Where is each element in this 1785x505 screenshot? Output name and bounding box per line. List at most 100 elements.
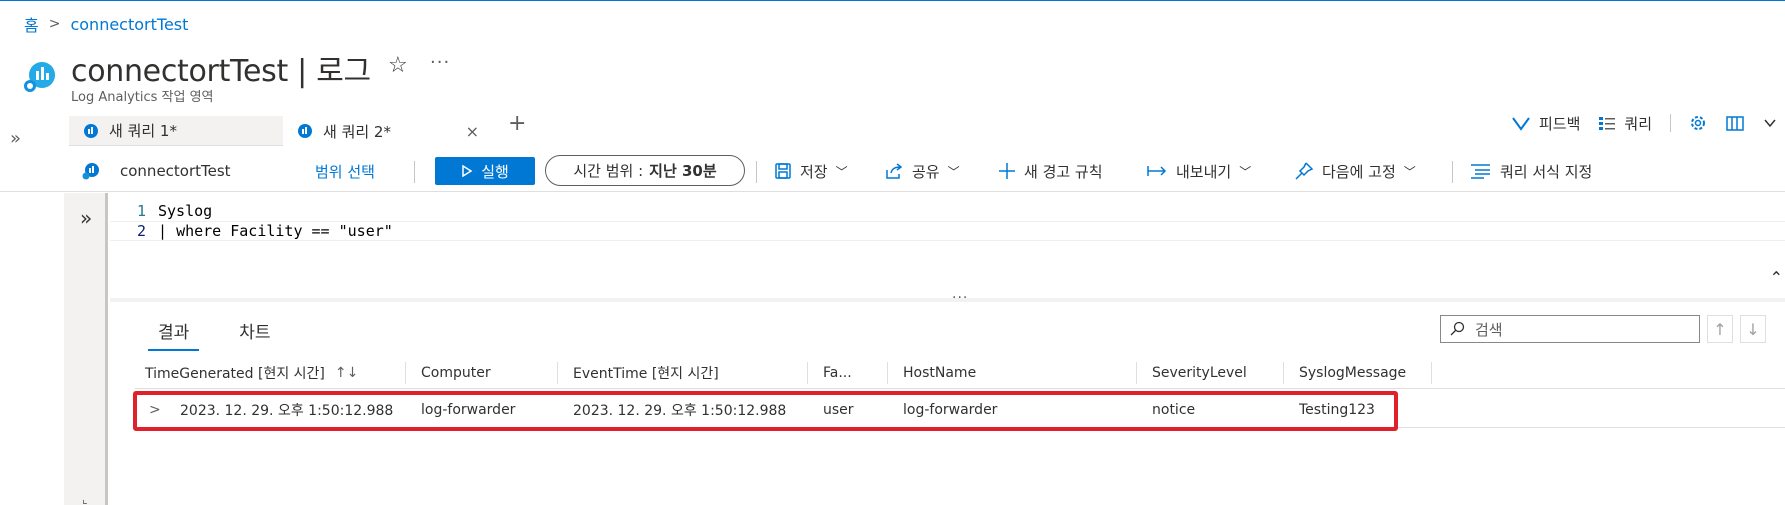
code-pipe: | (158, 222, 177, 240)
column-divider[interactable] (887, 362, 888, 384)
scope-select-link[interactable]: 범위 선택 (315, 152, 375, 190)
column-header[interactable]: SeverityLevel (1152, 357, 1247, 389)
run-button[interactable]: 실행 (435, 157, 535, 185)
save-label: 저장 (800, 162, 828, 181)
breadcrumb-separator: > (48, 16, 61, 32)
favorite-star-icon[interactable]: ☆ (388, 53, 408, 78)
scope-name: connectortTest (120, 162, 231, 180)
time-range-label: 시간 범위 : (573, 162, 644, 180)
toolbar-divider (1452, 161, 1453, 183)
toolbar-divider (1670, 114, 1671, 132)
column-header[interactable]: HostName (903, 357, 976, 389)
share-label: 공유 (912, 162, 940, 181)
play-icon (462, 165, 473, 177)
expand-left-nav-icon[interactable]: » (10, 128, 21, 149)
highlight-annotation-box (133, 391, 1398, 431)
pin-to-button[interactable]: 다음에 고정 ﹀ (1294, 152, 1416, 190)
pane-splitter[interactable] (110, 298, 1785, 302)
line-number: 1 (136, 202, 146, 220)
schema-side-rail (64, 193, 108, 505)
column-header[interactable]: SyslogMessage (1299, 357, 1406, 389)
queries-label: 쿼리 (1624, 114, 1652, 133)
breadcrumb-home[interactable]: 홈 (24, 12, 39, 36)
column-header[interactable]: Fa... (823, 357, 852, 389)
line-number: 2 (136, 222, 146, 240)
queries-button[interactable]: 쿼리 (1598, 113, 1652, 134)
column-divider[interactable] (557, 362, 558, 384)
more-options-icon[interactable]: ··· (430, 52, 450, 73)
query-tab-label: 새 쿼리 1* (109, 122, 177, 140)
pin-label: 다음에 고정 (1322, 162, 1396, 181)
previous-match-button[interactable]: ↑ (1707, 315, 1733, 343)
results-search-input[interactable]: 검색 (1440, 315, 1700, 343)
share-button[interactable]: 공유 ﹀ (884, 152, 960, 190)
save-button[interactable]: 저장 ﹀ (774, 152, 848, 190)
splitter-handle-icon[interactable]: ··· (952, 290, 968, 306)
gear-icon[interactable] (1689, 114, 1707, 132)
run-label: 실행 (481, 162, 509, 181)
column-header[interactable]: Computer (421, 357, 491, 389)
column-header[interactable]: TimeGenerated [현지 시간] ↑↓ (145, 357, 358, 389)
save-icon (775, 163, 791, 179)
collapse-up-icon[interactable]: ⌃ (1770, 268, 1783, 287)
chevron-down-icon: ﹀ (947, 164, 960, 179)
new-alert-rule-button[interactable]: 새 경고 규칙 (998, 152, 1103, 190)
add-query-tab-icon[interactable]: + (508, 111, 526, 136)
chevron-down-icon: ﹀ (835, 164, 848, 179)
results-grid-header: TimeGenerated [현지 시간] ↑↓ Computer EventT… (135, 357, 1785, 389)
search-placeholder: 검색 (1475, 320, 1503, 339)
workspace-icon (82, 163, 99, 180)
format-icon (1471, 164, 1490, 179)
resize-handle-icon[interactable]: ⌞ (82, 492, 88, 505)
scope-indicator: connectortTest (82, 152, 231, 190)
format-label: 쿼리 서식 지정 (1500, 162, 1593, 181)
right-toolbar: 피드백 쿼리 (1511, 110, 1785, 136)
toolbar-divider (756, 161, 757, 183)
query-toolbar: connectortTest 범위 선택 실행 시간 범위 : 지난 30분 저… (0, 152, 1785, 192)
log-analytics-icon (24, 62, 55, 92)
query-tab-icon (298, 124, 312, 138)
results-tabs: 결과 차트 (148, 318, 281, 351)
code-string: "user" (338, 222, 393, 240)
column-divider[interactable] (1136, 362, 1137, 384)
export-button[interactable]: 내보내기 ﹀ (1146, 152, 1251, 190)
query-tab-1[interactable]: 새 쿼리 1* (69, 116, 283, 146)
column-divider[interactable] (405, 362, 406, 384)
next-match-button[interactable]: ↓ (1740, 315, 1766, 343)
book-icon[interactable] (1725, 114, 1745, 132)
column-divider[interactable] (1431, 362, 1432, 384)
tab-chart[interactable]: 차트 (229, 318, 280, 351)
column-divider[interactable] (807, 362, 808, 384)
tab-results[interactable]: 결과 (148, 318, 200, 351)
queries-icon (1599, 117, 1616, 130)
query-editor[interactable]: 1 Syslog 2 | where Facility == "user" (110, 193, 1785, 298)
format-query-button[interactable]: 쿼리 서식 지정 (1470, 152, 1592, 190)
editor-line-current: 2 | where Facility == "user" (110, 221, 1785, 241)
breadcrumb-current[interactable]: connectortTest (70, 15, 188, 34)
chevron-down-icon: ﹀ (1239, 164, 1252, 179)
query-tab-label: 새 쿼리 2* (323, 122, 391, 141)
query-tab-2[interactable]: 새 쿼리 2* × (283, 116, 493, 146)
sort-icon[interactable]: ↑↓ (335, 365, 358, 381)
query-tab-strip: 새 쿼리 1* 새 쿼리 2* × (69, 116, 493, 146)
export-label: 내보내기 (1176, 162, 1232, 181)
close-tab-icon[interactable]: × (466, 122, 479, 141)
expand-schema-icon[interactable]: » (80, 206, 92, 230)
page-title: connectortTest | 로그 (71, 54, 371, 89)
page-subtitle: Log Analytics 작업 영역 (71, 90, 214, 105)
code-text: Syslog (158, 202, 213, 220)
time-range-picker[interactable]: 시간 범위 : 지난 30분 (545, 155, 745, 186)
query-tab-icon (84, 123, 98, 138)
plus-icon (999, 163, 1015, 179)
breadcrumb: 홈 > connectortTest (24, 12, 188, 36)
new-alert-label: 새 경고 규칙 (1024, 162, 1103, 181)
column-divider[interactable] (1283, 362, 1284, 384)
toolbar-divider (414, 161, 415, 183)
feedback-button[interactable]: 피드백 (1511, 113, 1580, 134)
column-header[interactable]: EventTime [현지 시간] (573, 357, 719, 389)
chevron-down-icon[interactable] (1763, 116, 1777, 130)
top-accent-line (0, 0, 1785, 1)
chevron-down-icon: ﹀ (1403, 164, 1416, 179)
share-icon (886, 163, 903, 179)
code-keyword: where (176, 222, 222, 240)
